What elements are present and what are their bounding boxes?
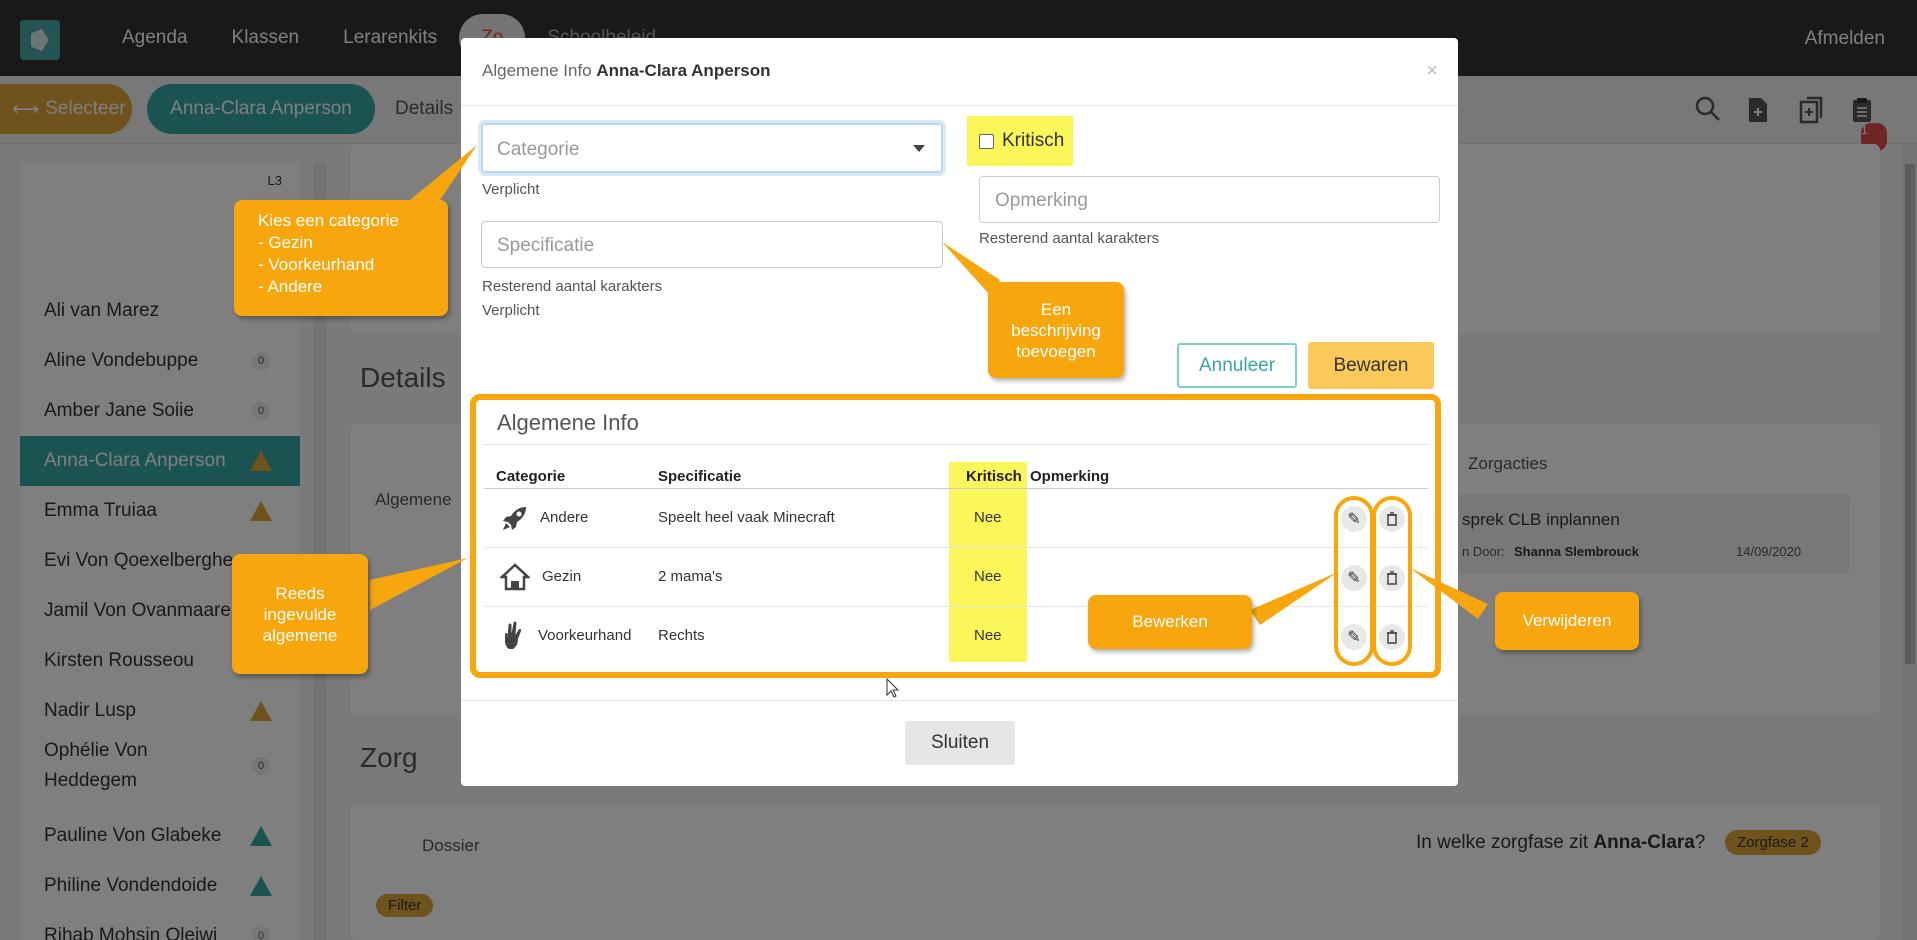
cell-categorie: Gezin [542, 568, 582, 585]
kritisch-label: Kritisch [1002, 130, 1065, 151]
callout-pointer [370, 558, 468, 610]
callout-existing-line: Reeds [275, 583, 325, 603]
mouse-cursor-icon [886, 678, 900, 698]
callout-description: Een beschrijving toevoegen [988, 282, 1124, 378]
trash-icon [1387, 630, 1397, 644]
callout-pointer [1410, 568, 1488, 619]
edit-column-highlight: ✎ ✎ ✎ [1334, 496, 1374, 666]
modal-title-prefix: Algemene Info [482, 61, 592, 80]
delete-button[interactable] [1379, 565, 1405, 591]
column-header-kritisch[interactable]: Kritisch [966, 468, 1022, 485]
callout-description-line: beschrijving [1011, 320, 1101, 340]
trash-icon [1387, 512, 1397, 526]
kritisch-checkbox[interactable] [979, 133, 994, 149]
callout-category-line: - Andere [258, 277, 323, 296]
callout-category-line: Kies een categorie [258, 211, 399, 230]
specificatie-input[interactable]: Specificatie [481, 221, 943, 268]
close-icon[interactable]: × [1426, 60, 1438, 83]
caret-down-icon [913, 145, 925, 152]
cell-kritisch: Nee [974, 627, 1002, 644]
delete-button[interactable] [1379, 506, 1405, 532]
cancel-button[interactable]: Annuleer [1177, 343, 1297, 388]
cell-kritisch: Nee [974, 568, 1002, 585]
delete-button[interactable] [1379, 624, 1405, 650]
edit-button[interactable]: ✎ [1341, 506, 1367, 532]
callout-delete: Verwijderen [1495, 592, 1639, 650]
callout-existing: Reeds ingevulde algemene [232, 554, 368, 674]
opmerking-input[interactable]: Opmerking [979, 176, 1440, 223]
algemene-info-table-panel: Algemene Info Categorie Specificatie Kri… [470, 394, 1441, 678]
cell-specificatie: 2 mama's [658, 568, 723, 585]
category-select[interactable]: Categorie [481, 123, 943, 173]
pencil-icon: ✎ [1347, 570, 1361, 587]
table-row: Andere Speelt heel vaak Minecraft Nee [484, 489, 1428, 548]
rocket-icon [503, 507, 526, 530]
pencil-icon: ✎ [1347, 511, 1361, 528]
divider [484, 444, 1428, 445]
callout-description-line: Een [1040, 299, 1072, 319]
modal-header: Algemene Info Anna-Clara Anperson × [461, 38, 1458, 106]
callout-existing-line: algemene [262, 625, 338, 645]
table-title: Algemene Info [497, 410, 639, 435]
specificatie-required-hint: Verplicht [482, 302, 540, 319]
cell-categorie: Voorkeurhand [538, 627, 632, 644]
callout-category-line: - Voorkeurhand [258, 255, 375, 274]
delete-column-highlight [1372, 496, 1412, 666]
pencil-icon: ✎ [1347, 629, 1361, 646]
kritisch-checkbox-wrapper[interactable]: Kritisch [967, 116, 1073, 166]
callout-existing-line: ingevulde [263, 604, 337, 624]
modal-title: Algemene Info Anna-Clara Anperson [482, 61, 771, 81]
hand-icon [505, 621, 522, 649]
callout-category-line: - Gezin [258, 233, 313, 252]
cell-specificatie: Speelt heel vaak Minecraft [658, 509, 835, 526]
callout-category: Kies een categorie - Gezin - Voorkeurhan… [234, 200, 448, 316]
cell-kritisch: Nee [974, 509, 1002, 526]
callout-pointer [1250, 572, 1338, 625]
modal-title-name: Anna-Clara Anperson [596, 61, 771, 80]
cell-categorie: Andere [540, 509, 589, 526]
house-icon [500, 563, 530, 591]
callout-description-line: toevoegen [1016, 341, 1096, 361]
category-placeholder: Categorie [497, 139, 580, 160]
trash-icon [1387, 571, 1397, 585]
save-button[interactable]: Bewaren [1308, 342, 1434, 389]
column-header-specificatie[interactable]: Specificatie [658, 468, 741, 485]
column-header-opmerking[interactable]: Opmerking [1030, 468, 1109, 485]
close-modal-button[interactable]: Sluiten [905, 721, 1015, 765]
edit-button[interactable]: ✎ [1341, 565, 1367, 591]
cell-specificatie: Rechts [658, 627, 705, 644]
specificatie-remaining-hint: Resterend aantal karakters [482, 278, 663, 295]
edit-button[interactable]: ✎ [1341, 624, 1367, 650]
category-required-hint: Verplicht [482, 181, 540, 198]
column-header-categorie[interactable]: Categorie [496, 468, 565, 485]
callout-edit: Bewerken [1088, 595, 1252, 649]
modal-footer-divider [461, 700, 1458, 701]
